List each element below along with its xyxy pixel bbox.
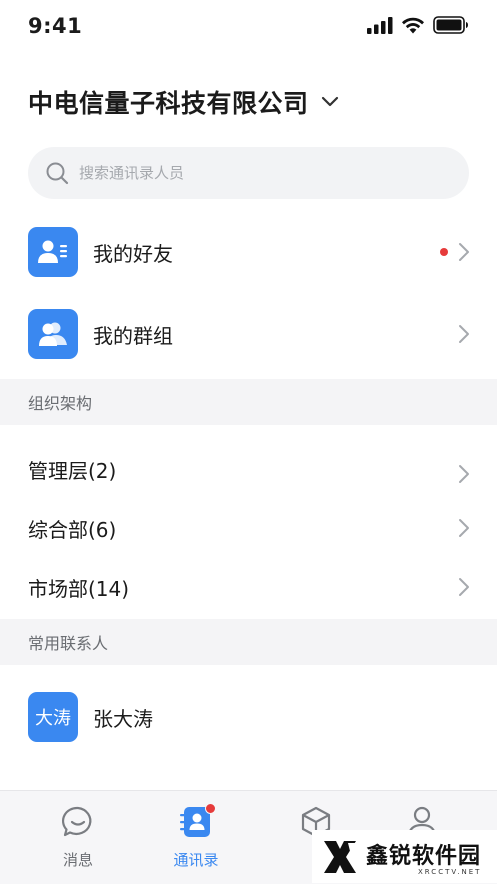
groups-icon — [28, 309, 78, 359]
search-icon — [45, 161, 69, 185]
department-label: 综合部(6) — [28, 517, 117, 542]
company-name: 中电信量子科技有限公司 — [28, 89, 309, 118]
chevron-right-icon — [457, 324, 471, 344]
avatar: 大涛 — [28, 692, 78, 742]
department-row[interactable]: 综合部(6) — [0, 499, 497, 557]
chevron-right-icon — [457, 464, 471, 484]
tab-contacts[interactable]: 通讯录 — [151, 791, 241, 884]
status-bar: 9:41 — [0, 0, 497, 54]
watermark-text: 鑫锐软件园 XRCCTV.NET — [366, 838, 481, 876]
section-header-org: 组织架构 — [0, 379, 497, 425]
tab-label: 通讯录 — [173, 851, 219, 869]
tab-badge — [205, 803, 216, 814]
menu-item-label: 我的好友 — [93, 241, 173, 266]
chevron-right-icon — [457, 518, 471, 538]
chat-bubble-icon — [61, 805, 95, 839]
wifi-icon — [402, 17, 424, 33]
section-title: 常用联系人 — [28, 634, 109, 653]
menu-item-friends[interactable]: 我的好友 — [0, 212, 497, 292]
search-bar[interactable] — [28, 147, 469, 199]
tab-messages[interactable]: 消息 — [33, 791, 123, 884]
contacts-book-icon — [179, 803, 216, 839]
chevron-right-icon — [457, 242, 471, 262]
department-label: 市场部(14) — [28, 576, 130, 601]
status-time: 9:41 — [28, 14, 83, 38]
department-row[interactable]: 市场部(14) — [0, 558, 497, 616]
section-title: 组织架构 — [28, 394, 93, 413]
battery-icon — [433, 16, 468, 34]
department-row[interactable]: 管理层(2) — [0, 440, 497, 498]
tab-label: 消息 — [62, 851, 93, 869]
watermark: 鑫锐软件园 XRCCTV.NET — [312, 830, 497, 883]
contact-row[interactable]: 大涛 张大涛 — [0, 677, 497, 757]
watermark-logo-icon — [320, 837, 360, 877]
contact-name: 张大涛 — [93, 706, 153, 731]
status-icons — [367, 16, 469, 34]
menu-item-groups[interactable]: 我的群组 — [0, 294, 497, 374]
company-selector[interactable]: 中电信量子科技有限公司 — [28, 84, 339, 120]
chevron-right-icon — [457, 577, 471, 597]
friends-icon — [28, 227, 78, 277]
search-input[interactable] — [77, 163, 441, 183]
menu-item-label: 我的群组 — [93, 323, 173, 348]
cellular-signal-icon — [367, 16, 393, 34]
unread-badge — [440, 248, 448, 256]
watermark-sub: XRCCTV.NET — [418, 867, 482, 876]
watermark-main: 鑫锐软件园 — [366, 843, 482, 869]
chevron-down-icon — [321, 96, 338, 107]
department-label: 管理层(2) — [28, 458, 117, 483]
section-header-frequent: 常用联系人 — [0, 619, 497, 665]
